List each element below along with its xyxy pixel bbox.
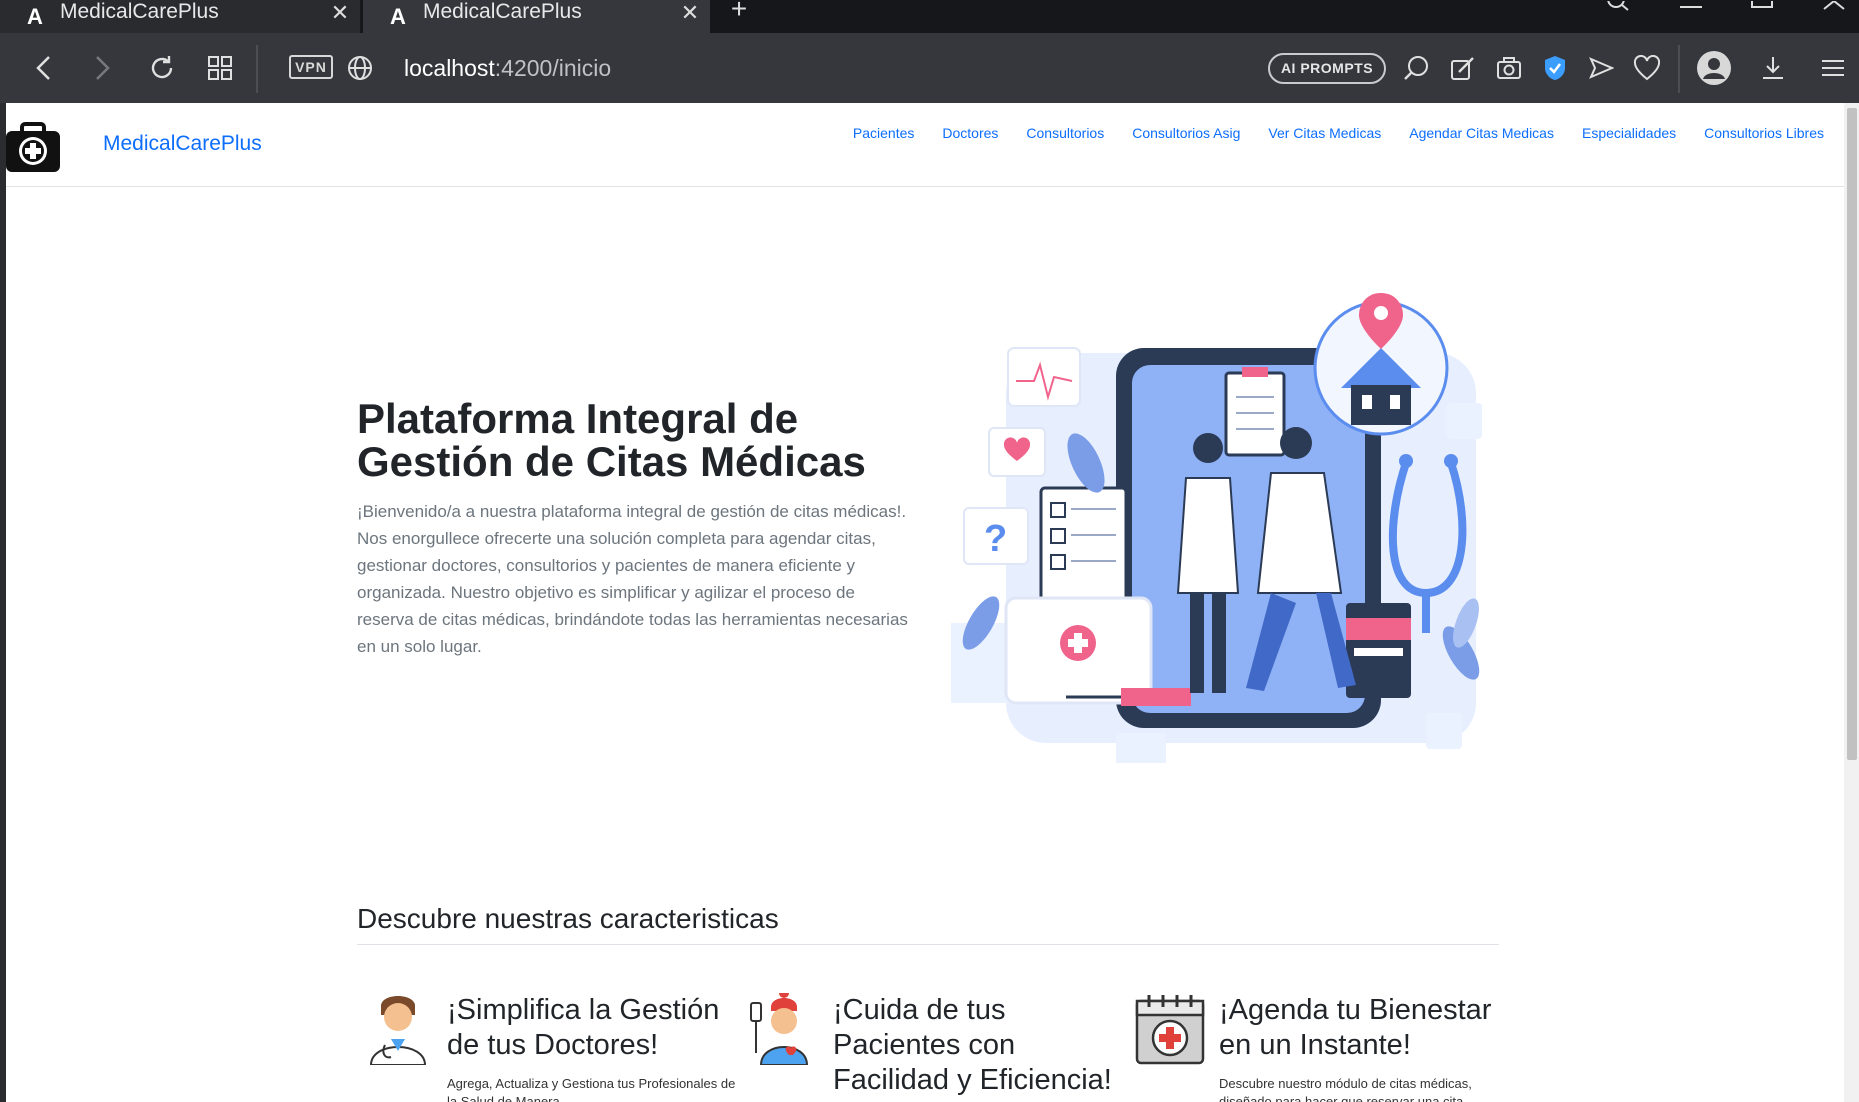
nav-link-especialidades[interactable]: Especialidades xyxy=(1568,125,1690,141)
nav-link-agendar-citas[interactable]: Agendar Citas Medicas xyxy=(1395,125,1568,141)
nav-link-consultorios[interactable]: Consultorios xyxy=(1012,125,1118,141)
site-navbar: MedicalCarePlus Pacientes Doctores Consu… xyxy=(6,103,1844,187)
scrollbar-thumb[interactable] xyxy=(1847,108,1857,760)
feature-text: Agrega, Actualiza y Gestiona tus Profesi… xyxy=(447,1076,736,1102)
feature-title: ¡Simplifica la Gestión de tus Doctores! xyxy=(447,994,720,1061)
forward-icon[interactable] xyxy=(82,33,122,103)
edit-icon[interactable] xyxy=(1446,33,1480,103)
vpn-badge[interactable]: VPN xyxy=(289,55,333,79)
close-tab-icon[interactable]: ✕ xyxy=(670,0,710,26)
maximize-window-icon[interactable] xyxy=(1751,0,1773,20)
send-icon[interactable] xyxy=(1584,33,1618,103)
download-icon[interactable] xyxy=(1756,33,1790,103)
address-bar[interactable]: localhost:4200/inicio xyxy=(404,33,611,103)
heart-icon[interactable] xyxy=(1630,33,1664,103)
browser-tab-1[interactable]: A MedicalCarePlus ✕ xyxy=(0,0,360,33)
close-window-icon[interactable] xyxy=(1823,0,1845,20)
browser-tab-bar: A MedicalCarePlus ✕ A MedicalCarePlus ✕ … xyxy=(0,0,1859,33)
search-tabs-icon[interactable] xyxy=(1606,0,1630,20)
nav-link-ver-citas[interactable]: Ver Citas Medicas xyxy=(1254,125,1395,141)
url-host: localhost xyxy=(404,55,495,81)
features-section-title: Descubre nuestras caracteristicas xyxy=(357,903,779,934)
reload-icon[interactable] xyxy=(142,33,182,103)
ai-prompts-button[interactable]: AI PROMPTS xyxy=(1268,53,1386,84)
shield-adblock-icon[interactable] xyxy=(1538,33,1572,103)
hero-title-line1: Plataforma Integral de xyxy=(357,395,799,442)
minimize-window-icon[interactable] xyxy=(1680,0,1702,20)
close-tab-icon[interactable]: ✕ xyxy=(320,0,360,26)
toolbar-divider xyxy=(256,45,258,93)
angular-favicon-icon: A xyxy=(27,3,43,29)
tab-title: MedicalCarePlus xyxy=(60,0,219,23)
speed-dial-icon[interactable] xyxy=(200,33,240,103)
angular-favicon-icon: A xyxy=(390,3,406,29)
url-path: :4200/inicio xyxy=(494,55,612,81)
globe-icon[interactable] xyxy=(344,33,376,103)
nav-link-consultorios-asig[interactable]: Consultorios Asig xyxy=(1118,125,1254,141)
feature-text: Descubre nuestro módulo de citas médicas… xyxy=(1219,1076,1472,1102)
toolbar-divider xyxy=(1678,45,1680,93)
web-page: MedicalCarePlus Pacientes Doctores Consu… xyxy=(6,103,1844,1102)
section-divider xyxy=(357,944,1499,945)
hero-title: Plataforma Integral de Gestión de Citas … xyxy=(357,397,917,483)
hero-description: ¡Bienvenido/a a nuestra plataforma integ… xyxy=(357,502,908,656)
browser-tab-2-active[interactable]: A MedicalCarePlus ✕ xyxy=(363,0,710,33)
feature-title: ¡Agenda tu Bienestar en un Instante! xyxy=(1219,994,1492,1061)
camera-icon[interactable] xyxy=(1492,33,1526,103)
hero-title-line2: Gestión de Citas Médicas xyxy=(357,438,866,485)
nav-link-pacientes[interactable]: Pacientes xyxy=(839,125,928,141)
feature-title: ¡Cuida de tus Pacientes con Facilidad y … xyxy=(833,994,1112,1096)
tab-title: MedicalCarePlus xyxy=(423,0,582,23)
calendar-plus-icon xyxy=(1135,993,1205,1065)
back-icon[interactable] xyxy=(24,33,64,103)
profile-avatar-icon[interactable] xyxy=(1694,33,1734,103)
doctors-hero-illustration: ? xyxy=(946,293,1496,768)
doctor-avatar-icon xyxy=(363,993,433,1066)
search-chat-icon[interactable] xyxy=(1400,33,1434,103)
svg-text:?: ? xyxy=(984,518,1007,560)
nav-link-doctores[interactable]: Doctores xyxy=(928,125,1012,141)
brand-name[interactable]: MedicalCarePlus xyxy=(103,132,262,156)
medical-kit-logo-icon[interactable] xyxy=(6,122,60,172)
patient-iv-icon xyxy=(749,988,819,1066)
nav-links: Pacientes Doctores Consultorios Consulto… xyxy=(839,125,1838,141)
menu-icon[interactable] xyxy=(1816,33,1850,103)
browser-toolbar: VPN localhost:4200/inicio AI PROMPTS xyxy=(0,33,1859,103)
new-tab-icon[interactable]: + xyxy=(722,0,756,30)
nav-link-consultorios-libres[interactable]: Consultorios Libres xyxy=(1690,125,1838,141)
